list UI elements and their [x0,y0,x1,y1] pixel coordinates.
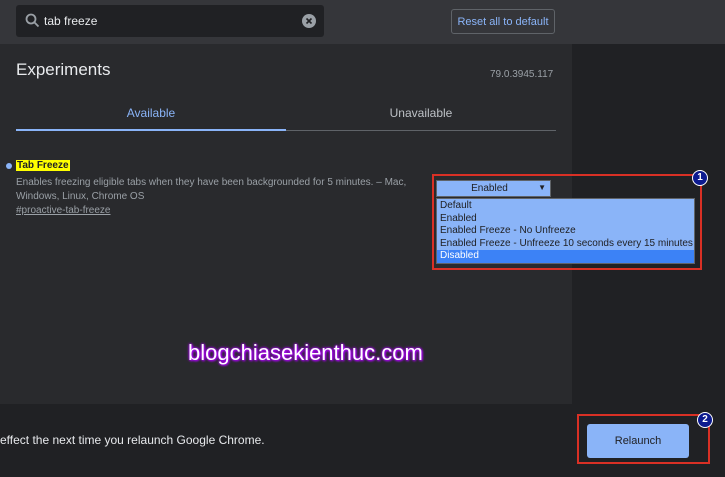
tab-divider [286,130,556,131]
search-header: Reset all to default [0,0,725,44]
tab-unavailable-label: Unavailable [389,106,453,120]
tab-available-label: Available [126,106,176,120]
version-label: 79.0.3945.117 [490,69,554,80]
relaunch-message: effect the next time you relaunch Google… [0,433,265,447]
reset-all-button[interactable]: Reset all to default [451,9,555,34]
watermark: blogchiasekienthuc.com [188,340,423,365]
page-title: Experiments [16,60,111,79]
annotation-box-1 [432,174,702,270]
tab-active-indicator [16,129,286,131]
flag-title: Tab Freeze [16,160,70,171]
flag-description: Enables freezing eligible tabs when they… [16,177,407,202]
annotation-badge-2: 2 [697,412,713,428]
search-input[interactable] [44,5,294,37]
search-icon [24,12,42,30]
tab-unavailable[interactable]: Unavailable [286,100,556,130]
flag-modified-dot [6,163,12,169]
annotation-badge-1: 1 [692,170,708,186]
flag-link[interactable]: #proactive-tab-freeze [16,205,111,216]
tab-available[interactable]: Available [16,100,286,130]
clear-icon[interactable] [302,14,316,28]
annotation-box-2 [577,414,710,464]
search-box[interactable] [16,5,324,37]
